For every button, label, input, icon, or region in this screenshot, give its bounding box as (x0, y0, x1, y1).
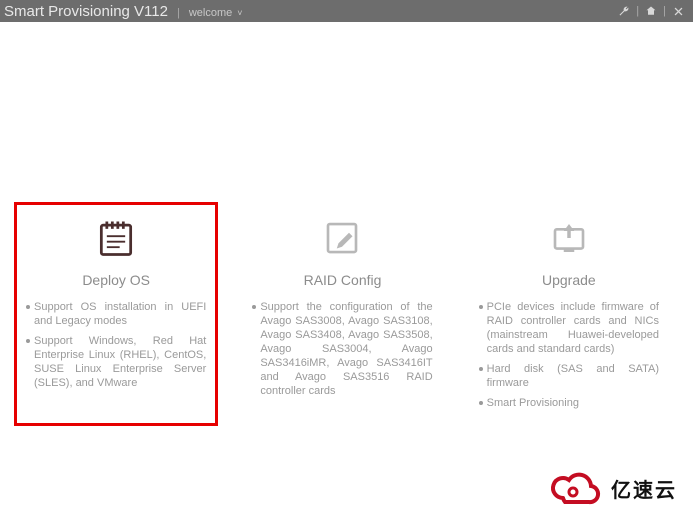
notepad-icon (92, 214, 140, 262)
list-item: PCIe devices include firmware of RAID co… (479, 300, 659, 356)
watermark-text: 亿速云 (611, 474, 677, 503)
welcome-dropdown[interactable]: welcome ˅ (189, 7, 243, 19)
card-title: RAID Config (304, 272, 382, 288)
card-bullets: Support OS installation in UEFI and Lega… (26, 300, 206, 396)
card-raid-config[interactable]: RAID Config Support the configuration of… (240, 202, 444, 434)
close-icon[interactable] (671, 4, 685, 18)
main-content: Deploy OS Support OS installation in UEF… (0, 22, 693, 446)
list-item: Support Windows, Red Hat Enterprise Linu… (26, 334, 206, 390)
list-item: Hard disk (SAS and SATA) firmware (479, 362, 659, 390)
list-item: Smart Provisioning (479, 396, 659, 410)
welcome-label: welcome (189, 7, 232, 19)
watermark: 亿速云 (545, 470, 677, 506)
list-item: Support the configuration of the Avago S… (252, 300, 432, 398)
card-upgrade[interactable]: Upgrade PCIe devices include firmware of… (467, 202, 671, 446)
cloud-icon (545, 470, 605, 506)
app-title: Smart Provisioning V112 (4, 3, 168, 20)
card-title: Upgrade (542, 272, 596, 288)
card-title: Deploy OS (82, 272, 150, 288)
wrench-icon[interactable] (617, 4, 631, 18)
home-icon[interactable] (644, 4, 658, 18)
header-left: Smart Provisioning V112 | welcome ˅ (4, 3, 243, 20)
card-bullets: Support the configuration of the Avago S… (252, 300, 432, 404)
header-bar: Smart Provisioning V112 | welcome ˅ | | (0, 0, 693, 22)
header-right: | | (617, 4, 685, 18)
separator: | (663, 5, 666, 17)
card-deploy-os[interactable]: Deploy OS Support OS installation in UEF… (14, 202, 218, 426)
upload-icon (545, 214, 593, 262)
chevron-down-icon: ˅ (237, 8, 242, 18)
edit-icon (318, 214, 366, 262)
list-item: Support OS installation in UEFI and Lega… (26, 300, 206, 328)
card-bullets: PCIe devices include firmware of RAID co… (479, 300, 659, 416)
separator: | (177, 7, 180, 19)
separator: | (636, 5, 639, 17)
